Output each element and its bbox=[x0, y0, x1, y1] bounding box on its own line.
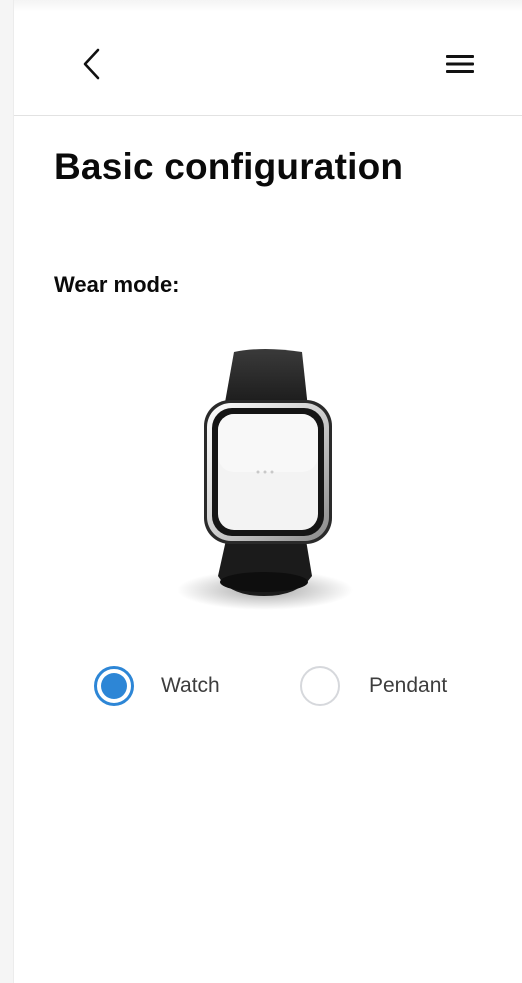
page-title: Basic configuration bbox=[54, 146, 404, 187]
pendant-radio-label[interactable]: Pendant bbox=[369, 674, 447, 698]
top-navigation-bar bbox=[14, 14, 522, 116]
watch-radio-label[interactable]: Watch bbox=[161, 674, 220, 698]
hamburger-menu-icon bbox=[446, 55, 474, 73]
chevron-left-icon bbox=[83, 48, 100, 80]
back-button[interactable] bbox=[72, 44, 112, 84]
radio-selected-dot bbox=[101, 673, 127, 699]
watch-radio-option[interactable]: Watch bbox=[94, 660, 220, 712]
app-screen: Basic configuration Wear mode: Watch Pen… bbox=[0, 0, 522, 983]
wear-mode-label: Wear mode: bbox=[54, 272, 180, 297]
wear-mode-radio-group: Watch Pendant bbox=[0, 660, 522, 712]
left-edge-strip bbox=[0, 0, 14, 983]
watch-radio-button[interactable] bbox=[94, 666, 134, 706]
watch-device-image bbox=[177, 349, 353, 610]
pendant-radio-button[interactable] bbox=[300, 666, 340, 706]
pendant-radio-option[interactable]: Pendant bbox=[300, 660, 447, 712]
menu-button[interactable] bbox=[440, 44, 480, 84]
status-bar-shade bbox=[0, 0, 522, 12]
